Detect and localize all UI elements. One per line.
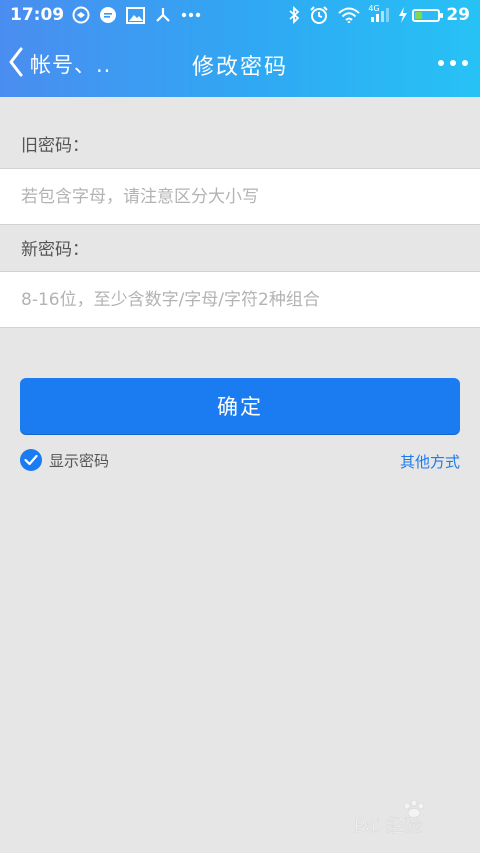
old-password-input[interactable] bbox=[0, 169, 480, 224]
chat-icon bbox=[99, 6, 117, 24]
status-time: 17:09 bbox=[10, 5, 65, 25]
confirm-button[interactable]: 确定 bbox=[20, 378, 460, 434]
alarm-icon bbox=[309, 5, 329, 25]
other-methods-link[interactable]: 其他方式 bbox=[400, 451, 460, 472]
app-header: 17:09 4G 29 帐号、.. 修改密码 bbox=[0, 0, 480, 97]
old-password-field-container bbox=[0, 168, 480, 225]
svg-text:经验: 经验 bbox=[386, 816, 422, 837]
page-title: 修改密码 bbox=[191, 55, 288, 80]
share-icon bbox=[154, 6, 172, 24]
show-password-label: 显示密码 bbox=[49, 451, 110, 470]
more-horizontal-icon[interactable] bbox=[438, 56, 468, 70]
new-password-label: 新密码： bbox=[21, 240, 89, 260]
more-dots-icon bbox=[181, 12, 201, 18]
network-type-label: 4G bbox=[368, 4, 380, 13]
battery-percent: 29 bbox=[446, 5, 470, 25]
wifi-icon bbox=[338, 7, 360, 23]
svg-text:Bai: Bai bbox=[354, 816, 380, 836]
new-password-input[interactable] bbox=[0, 272, 480, 327]
image-icon bbox=[126, 6, 146, 24]
checkmark-icon[interactable] bbox=[20, 449, 42, 471]
show-password-toggle[interactable]: 显示密码 bbox=[20, 448, 109, 472]
baidu-jingyan-watermark: Bai 经验 bbox=[352, 798, 452, 838]
charging-icon bbox=[398, 7, 408, 23]
battery-fill bbox=[415, 11, 423, 19]
signal-icon: 4G bbox=[368, 4, 390, 23]
bluetooth-icon bbox=[288, 6, 300, 24]
sync-icon bbox=[72, 6, 90, 24]
navigation-bar: 帐号、.. 修改密码 bbox=[0, 30, 480, 97]
battery-icon bbox=[412, 8, 444, 22]
new-password-field-container bbox=[0, 271, 480, 328]
status-bar: 17:09 4G 29 bbox=[0, 0, 480, 30]
old-password-label: 旧密码： bbox=[21, 136, 89, 156]
